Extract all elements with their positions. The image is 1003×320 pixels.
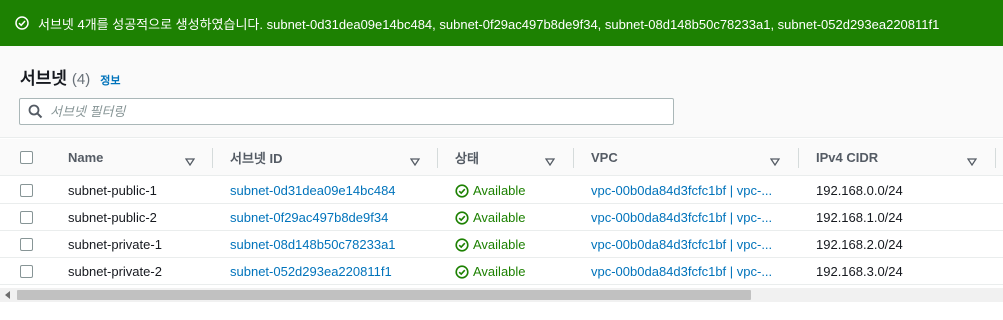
select-all-checkbox[interactable] [20, 151, 33, 164]
horizontal-scrollbar[interactable] [0, 288, 1003, 302]
sort-icon[interactable] [184, 153, 196, 171]
row-checkbox[interactable] [20, 238, 33, 251]
ipv4-cidr: 192.168.1.0/24 [816, 210, 903, 225]
ipv4-cidr: 192.168.3.0/24 [816, 264, 903, 279]
column-divider[interactable] [437, 148, 438, 168]
table-row[interactable]: subnet-private-1 subnet-08d148b50c78233a… [0, 231, 1003, 258]
subnet-name: subnet-private-1 [68, 237, 162, 252]
subnet-name: subnet-public-1 [68, 183, 157, 198]
table-row[interactable]: subnet-public-1 subnet-0d31dea09e14bc484… [0, 177, 1003, 204]
sort-icon[interactable] [409, 153, 421, 171]
status-badge: Available [455, 177, 526, 204]
sort-icon[interactable] [966, 153, 978, 171]
table-header: Name 서브넷 ID 상태 VPC IPv4 CIDR [0, 139, 1003, 176]
column-label: IPv4 CIDR [816, 150, 879, 165]
ipv4-cidr: 192.168.2.0/24 [816, 237, 903, 252]
status-text: Available [473, 183, 526, 198]
flash-message: 서브넷 4개를 성공적으로 생성하였습니다. subnet-0d31dea09e… [38, 16, 940, 32]
ipv4-cidr: 192.168.0.0/24 [816, 183, 903, 198]
subnet-name: subnet-private-2 [68, 264, 162, 279]
column-divider[interactable] [798, 148, 799, 168]
column-label: 상태 [455, 151, 479, 166]
column-header-vpc[interactable]: VPC [591, 139, 618, 176]
panel-title-row: 서브넷 (4) 정보 [20, 64, 121, 89]
check-circle-icon [455, 237, 469, 252]
vpc-link[interactable]: vpc-00b0da84d3fcfc1bf | vpc-... [591, 231, 781, 258]
table-row[interactable]: subnet-private-2 subnet-052d293ea220811f… [0, 258, 1003, 285]
status-badge: Available [455, 231, 526, 258]
vpc-link[interactable]: vpc-00b0da84d3fcfc1bf | vpc-... [591, 177, 781, 204]
subnet-id-link[interactable]: subnet-0f29ac497b8de9f34 [230, 204, 388, 231]
status-badge: Available [455, 204, 526, 231]
column-divider[interactable] [995, 148, 996, 168]
search-input[interactable] [50, 104, 650, 119]
sort-icon[interactable] [769, 153, 781, 171]
column-label: VPC [591, 150, 618, 165]
check-circle-icon [15, 16, 29, 30]
column-header-status[interactable]: 상태 [455, 139, 479, 176]
info-link[interactable]: 정보 [100, 72, 120, 88]
vpc-link[interactable]: vpc-00b0da84d3fcfc1bf | vpc-... [591, 204, 781, 231]
check-circle-icon [455, 210, 469, 225]
subnet-id-link[interactable]: subnet-052d293ea220811f1 [230, 258, 392, 285]
column-header-ipv4-cidr[interactable]: IPv4 CIDR [816, 139, 878, 176]
check-circle-icon [455, 264, 469, 279]
row-checkbox[interactable] [20, 184, 33, 197]
scrollbar-thumb[interactable] [17, 290, 751, 300]
subnet-id-link[interactable]: subnet-0d31dea09e14bc484 [230, 177, 396, 204]
vpc-link[interactable]: vpc-00b0da84d3fcfc1bf | vpc-... [591, 258, 781, 285]
subnet-id-link[interactable]: subnet-08d148b50c78233a1 [230, 231, 396, 258]
success-flash-banner: 서브넷 4개를 성공적으로 생성하였습니다. subnet-0d31dea09e… [0, 0, 1003, 46]
filter-search-box[interactable] [19, 98, 674, 125]
table-row[interactable]: subnet-public-2 subnet-0f29ac497b8de9f34… [0, 204, 1003, 231]
check-circle-icon [455, 183, 469, 198]
column-header-subnet-id[interactable]: 서브넷 ID [230, 139, 283, 176]
subnet-name: subnet-public-2 [68, 210, 157, 225]
status-badge: Available [455, 258, 526, 285]
status-text: Available [473, 210, 526, 225]
row-checkbox[interactable] [20, 265, 33, 278]
sort-icon[interactable] [544, 153, 556, 171]
column-label: 서브넷 ID [230, 151, 283, 166]
page-title: 서브넷 [20, 69, 67, 88]
column-divider[interactable] [573, 148, 574, 168]
subnets-panel: 서브넷 (4) 정보 Name 서브넷 ID 상태 VPC IPv4 [0, 46, 1003, 320]
column-divider[interactable] [212, 148, 213, 168]
column-header-name[interactable]: Name [68, 139, 103, 176]
status-text: Available [473, 237, 526, 252]
column-label: Name [68, 150, 104, 165]
subnet-count: (4) [71, 71, 91, 88]
scroll-left-arrow-icon[interactable] [5, 291, 11, 299]
status-text: Available [473, 264, 526, 279]
search-icon [28, 104, 43, 119]
row-checkbox[interactable] [20, 211, 33, 224]
